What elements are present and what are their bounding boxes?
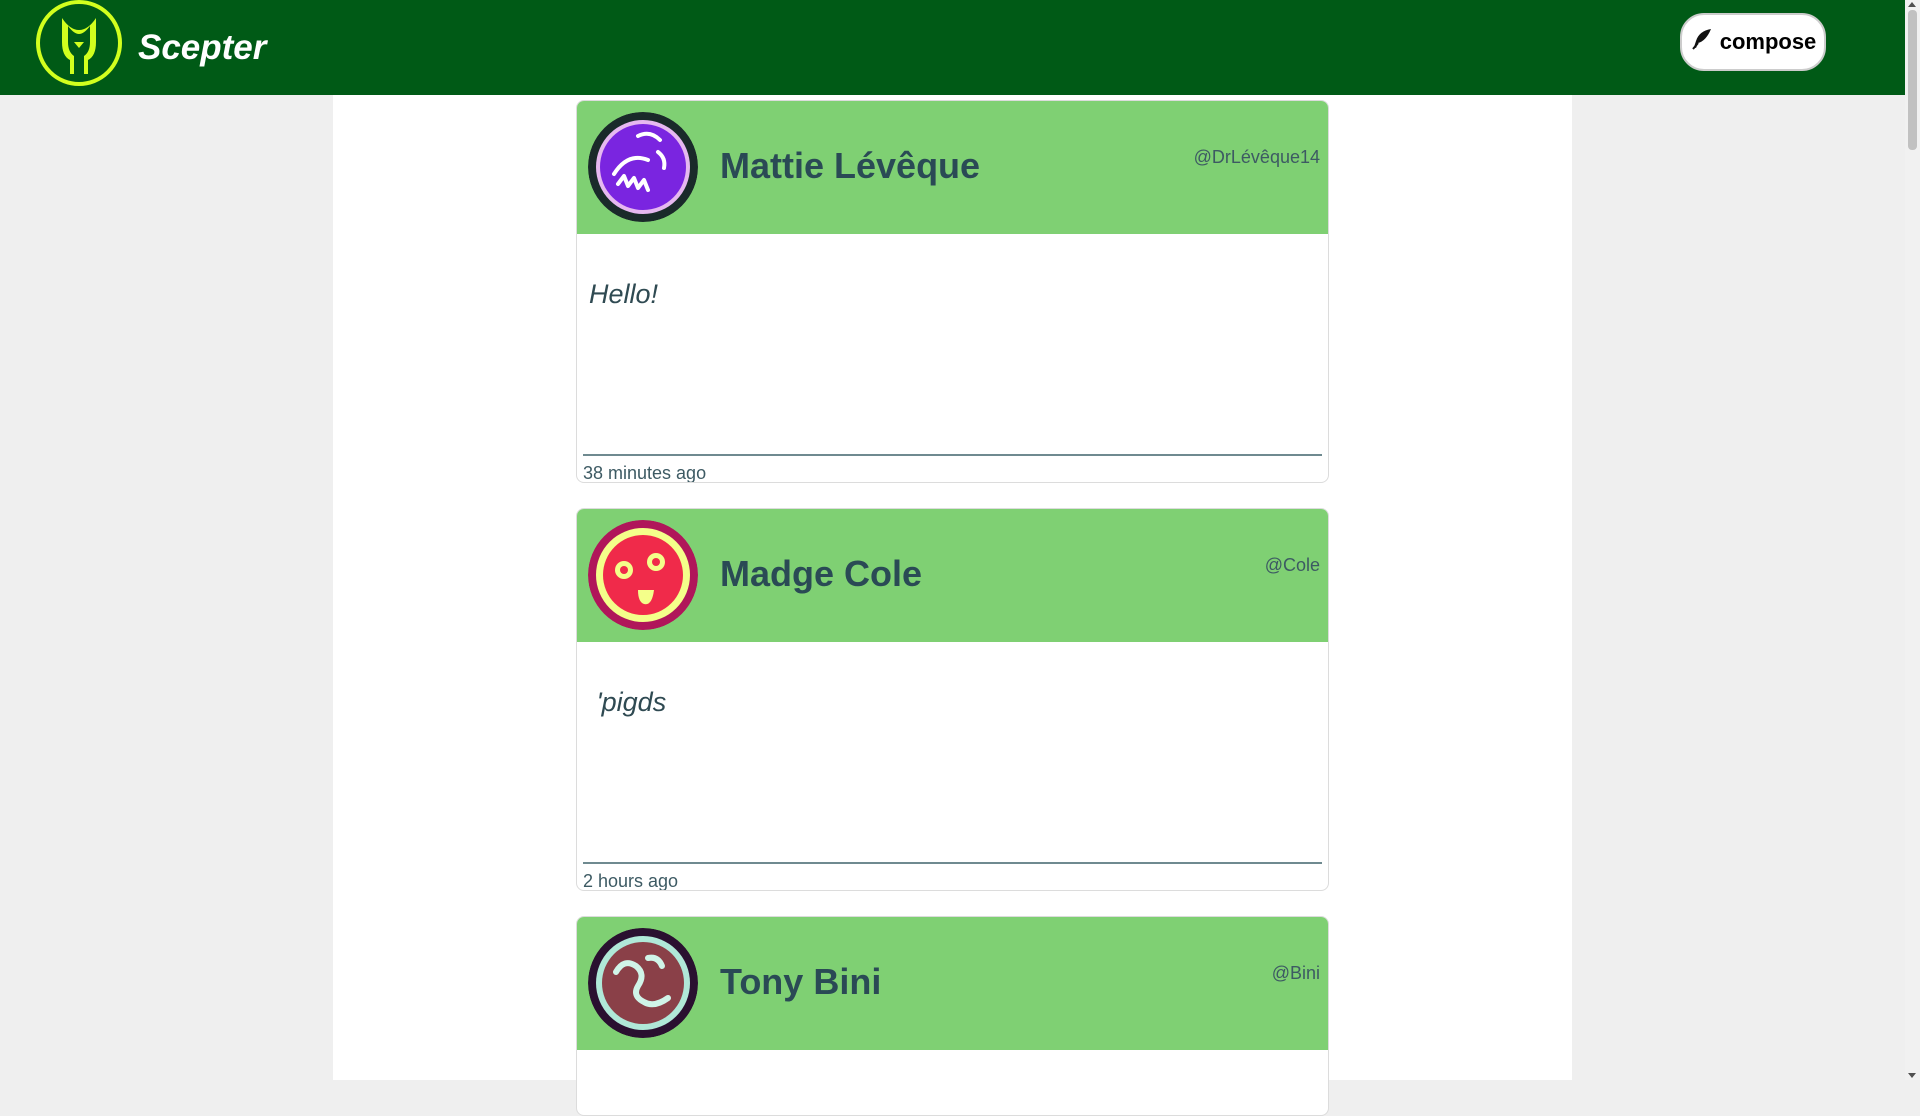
post-card[interactable]: Madge Cole @Cole 'pigds 2 hours ago (576, 508, 1329, 891)
scroll-thumb[interactable] (1908, 10, 1917, 150)
smiley-face-icon[interactable] (588, 520, 698, 630)
author-handle[interactable]: @Cole (1265, 555, 1320, 576)
author-name[interactable]: Mattie Lévêque (720, 145, 980, 187)
post-text: 'pigds (589, 687, 667, 717)
scepter-logo-icon[interactable] (36, 0, 122, 86)
worm-face-icon[interactable] (588, 928, 698, 1038)
post-header: Mattie Lévêque @DrLévêque14 (577, 101, 1328, 234)
post-timestamp: 38 minutes ago (583, 463, 707, 483)
top-navigation-bar: Scepter compose (0, 0, 1905, 95)
page-scrollbar[interactable] (1905, 0, 1920, 1080)
scroll-down-arrow-icon[interactable] (1908, 1073, 1916, 1078)
post-header: Madge Cole @Cole (577, 509, 1328, 642)
divider (583, 454, 1322, 456)
compose-label: compose (1719, 29, 1817, 54)
author-handle[interactable]: @DrLévêque14 (1194, 147, 1320, 168)
post-card[interactable]: Tony Bini @Bini (576, 916, 1329, 1116)
post-text: Hello! (589, 279, 659, 309)
divider (583, 862, 1322, 864)
post-header: Tony Bini @Bini (577, 917, 1328, 1050)
post-card[interactable]: Mattie Lévêque @DrLévêque14 Hello! 38 mi… (576, 100, 1329, 483)
author-name[interactable]: Madge Cole (720, 553, 922, 595)
scroll-up-arrow-icon[interactable] (1908, 2, 1916, 7)
author-handle[interactable]: @Bini (1272, 963, 1320, 984)
post-timestamp: 2 hours ago (583, 871, 679, 891)
quill-icon (1690, 27, 1714, 57)
brand-title[interactable]: Scepter (138, 28, 266, 68)
compose-button[interactable]: compose (1680, 13, 1826, 71)
squiggle-face-icon[interactable] (588, 112, 698, 222)
author-name[interactable]: Tony Bini (720, 961, 881, 1003)
